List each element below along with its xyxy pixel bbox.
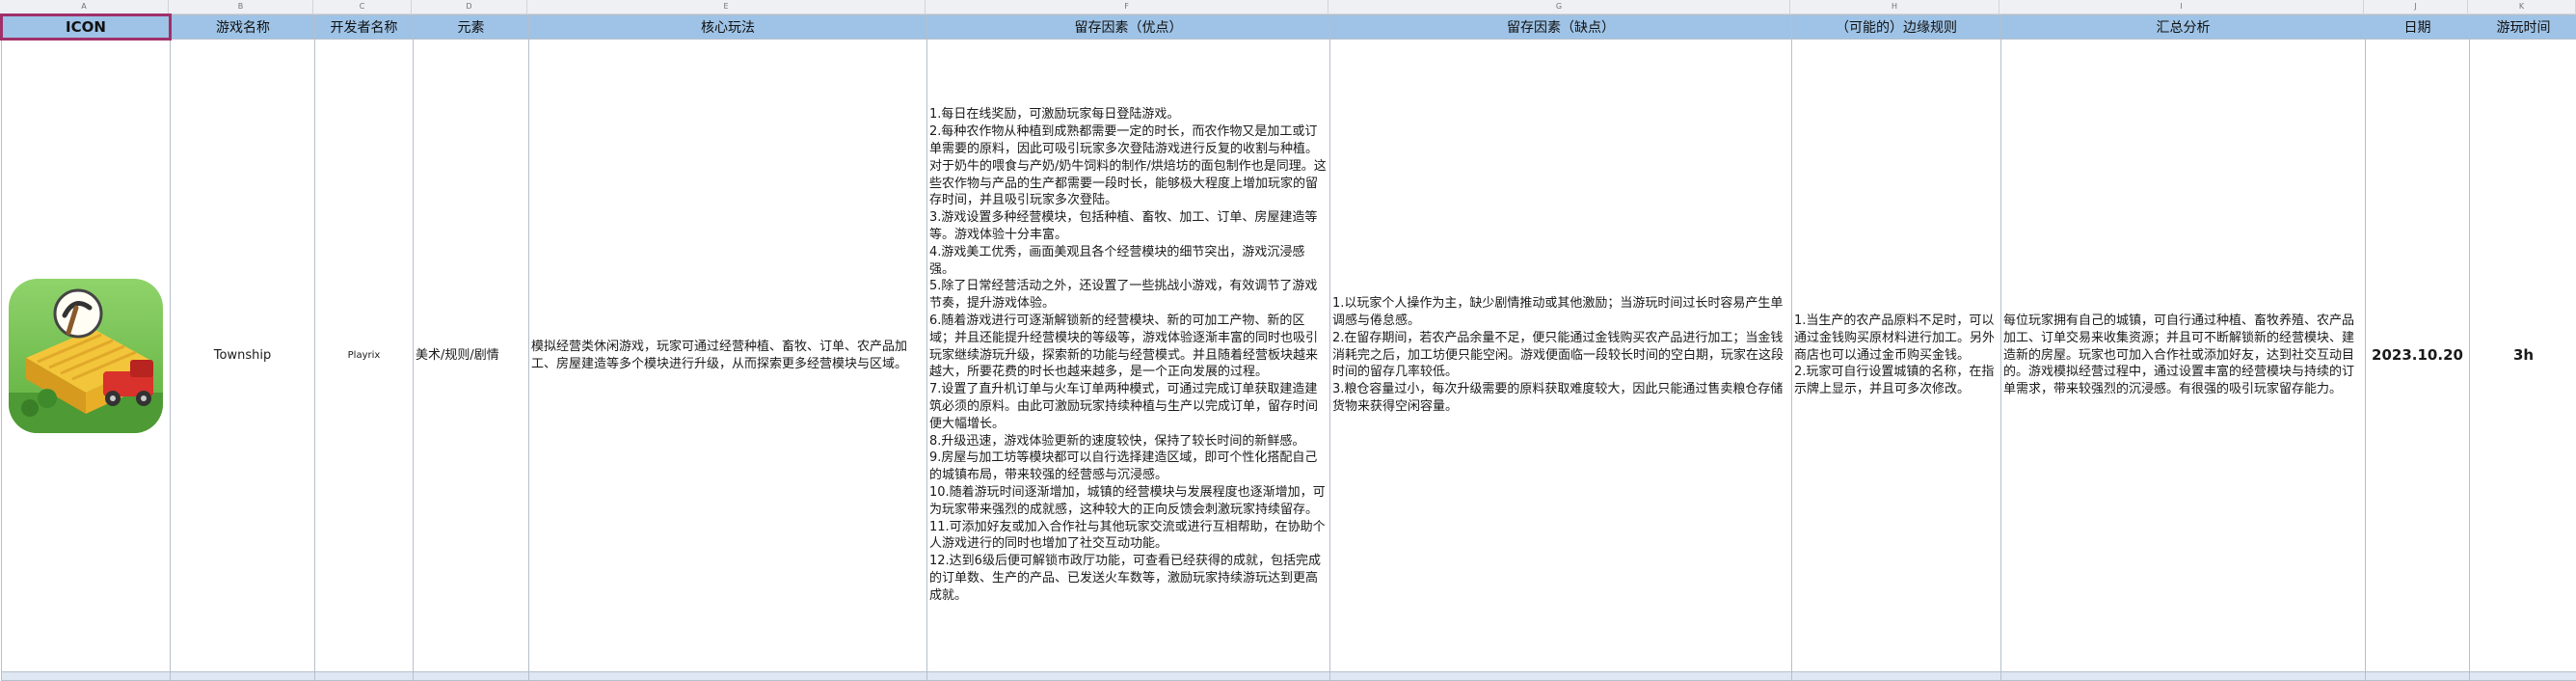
core-gameplay-cell[interactable]: 模拟经营类休闲游戏，玩家可通过经营种植、畜牧、订单、农产品加工、房屋建造等多个模… (528, 39, 927, 672)
spreadsheet: A B C D E F G H I J K ICON 游戏名称 开发者名称 元素… (0, 0, 2576, 681)
column-letter[interactable]: D (412, 0, 527, 14)
list-item: 5.除了日常经营活动之外，还设置了一些挑战小游戏，有效调节了游戏节奏，提升游戏体… (929, 279, 1318, 312)
list-item: 7.设置了直升机订单与火车订单两种模式，可通过完成订单获取建造建筑必须的原料。由… (929, 382, 1319, 431)
empty-cell[interactable] (170, 671, 315, 681)
column-letter[interactable]: K (2468, 0, 2576, 14)
column-letter[interactable]: B (169, 0, 313, 14)
empty-row (1, 671, 2576, 681)
empty-cell[interactable] (413, 671, 529, 681)
header-cell-icon[interactable]: ICON (0, 14, 172, 41)
column-letter[interactable]: I (1999, 0, 2364, 14)
column-letter[interactable]: E (527, 0, 926, 14)
header-cell-pros[interactable]: 留存因素（优点） (926, 14, 1330, 40)
date-cell[interactable]: 2023.10.20 (2365, 39, 2470, 672)
empty-cell[interactable] (1791, 671, 2001, 681)
empty-cell[interactable] (1, 671, 171, 681)
column-letter[interactable]: H (1790, 0, 1999, 14)
list-item: 1.每日在线奖励，可激励玩家每日登陆游戏。 (929, 107, 1180, 123)
list-item: 11.可添加好友或加入合作社与其他玩家交流或进行互相帮助，在协助个人游戏进行的同… (929, 519, 1326, 552)
developer-cell[interactable]: Playrix (314, 39, 414, 672)
header-row: ICON 游戏名称 开发者名称 元素 核心玩法 留存因素（优点） 留存因素（缺点… (0, 14, 2576, 41)
data-table: ICON 游戏名称 开发者名称 元素 核心玩法 留存因素（优点） 留存因素（缺点… (0, 14, 2576, 681)
game-name-cell[interactable]: Township (170, 39, 315, 672)
cons-list: 1.以玩家个人操作为主，缺少剧情推动或其他激励；当游玩时间过长时容易产生单调感与… (1332, 295, 1789, 416)
list-item: 1.以玩家个人操作为主，缺少剧情推动或其他激励；当游玩时间过长时容易产生单调感与… (1332, 296, 1784, 328)
icon-cell[interactable] (1, 39, 171, 672)
header-cell-summary[interactable]: 汇总分析 (2000, 14, 2366, 40)
column-letter[interactable]: G (1328, 0, 1790, 14)
table-row: Township Playrix 美术/规则/剧情 模拟经营类休闲游戏，玩家可通… (1, 39, 2576, 672)
list-item: 2.玩家可自行设置城镇的名称，在指示牌上显示，并且可多次修改。 (1794, 365, 1995, 397)
column-letter[interactable]: A (0, 0, 169, 14)
empty-cell[interactable] (314, 671, 414, 681)
list-item: 8.升级迅速，游戏体验更新的速度较快，保持了较长时间的新鲜感。 (929, 433, 1305, 449)
list-item: 6.随着游戏进行可逐渐解锁新的经营模块、新的可加工产物、新的区域；并且还能提升经… (929, 313, 1319, 380)
list-item: 1.当生产的农产品原料不足时，可以通过金钱购买原材料进行加工。另外商店也可以通过… (1794, 313, 1996, 363)
header-cell-edge-rules[interactable]: （可能的）边缘规则 (1791, 14, 2001, 40)
header-cell-date[interactable]: 日期 (2365, 14, 2470, 40)
list-item: 4.游戏美工优秀，画面美观且各个经营模块的细节突出，游戏沉浸感强。 (929, 244, 1305, 277)
cons-cell[interactable]: 1.以玩家个人操作为主，缺少剧情推动或其他激励；当游玩时间过长时容易产生单调感与… (1329, 39, 1792, 672)
header-cell-elements[interactable]: 元素 (413, 14, 529, 40)
list-item: 2.每种农作物从种植到成熟都需要一定的时长，而农作物又是加工或订单需要的原料，因… (929, 124, 1327, 208)
list-item: 10.随着游玩时间逐渐增加，城镇的经营模块与发展程度也逐渐增加，可为玩家带来强烈… (929, 484, 1326, 517)
pros-cell[interactable]: 1.每日在线奖励，可激励玩家每日登陆游戏。 2.每种农作物从种植到成熟都需要一定… (926, 39, 1330, 672)
township-app-icon (9, 279, 163, 433)
header-cell-game-name[interactable]: 游戏名称 (170, 14, 315, 40)
header-cell-core-gameplay[interactable]: 核心玩法 (528, 14, 927, 40)
column-letter[interactable]: J (2364, 0, 2468, 14)
empty-cell[interactable] (2469, 671, 2576, 681)
elements-cell[interactable]: 美术/规则/剧情 (413, 39, 529, 672)
edge-rules-list: 1.当生产的农产品原料不足时，可以通过金钱购买原材料进行加工。另外商店也可以通过… (1794, 313, 1999, 398)
column-letter-bar: A B C D E F G H I J K (0, 0, 2576, 14)
list-item: 2.在留存期间，若农产品余量不足，便只能通过金钱购买农产品进行加工；当金钱消耗完… (1332, 330, 1784, 380)
header-cell-cons[interactable]: 留存因素（缺点） (1329, 14, 1792, 40)
list-item: 3.游戏设置多种经营模块，包括种植、畜牧、加工、订单、房屋建造等等。游戏体验十分… (929, 210, 1318, 243)
header-cell-playtime[interactable]: 游玩时间 (2469, 14, 2576, 40)
empty-cell[interactable] (2365, 671, 2470, 681)
empty-cell[interactable] (2000, 671, 2366, 681)
empty-cell[interactable] (1329, 671, 1792, 681)
empty-cell[interactable] (528, 671, 927, 681)
header-cell-developer[interactable]: 开发者名称 (314, 14, 414, 40)
empty-cell[interactable] (926, 671, 1330, 681)
list-item: 12.达到6级后便可解锁市政厅功能，可查看已经获得的成就，包括完成的订单数、生产… (929, 554, 1321, 603)
playtime-cell[interactable]: 3h (2469, 39, 2576, 672)
list-item: 9.房屋与加工坊等模块都可以自行选择建造区域，即可个性化搭配自己的城镇布局，带来… (929, 450, 1318, 483)
pros-list: 1.每日在线奖励，可激励玩家每日登陆游戏。 2.每种农作物从种植到成熟都需要一定… (929, 106, 1328, 604)
list-item: 3.粮仓容量过小，每次升级需要的原料获取难度较大，因此只能通过售卖粮仓存储货物来… (1332, 382, 1784, 414)
summary-cell[interactable]: 每位玩家拥有自己的城镇，可自行通过种植、畜牧养殖、农产品加工、订单交易来收集资源… (2000, 39, 2366, 672)
column-letter[interactable]: F (926, 0, 1328, 14)
column-letter[interactable]: C (313, 0, 412, 14)
edge-rules-cell[interactable]: 1.当生产的农产品原料不足时，可以通过金钱购买原材料进行加工。另外商店也可以通过… (1791, 39, 2001, 672)
